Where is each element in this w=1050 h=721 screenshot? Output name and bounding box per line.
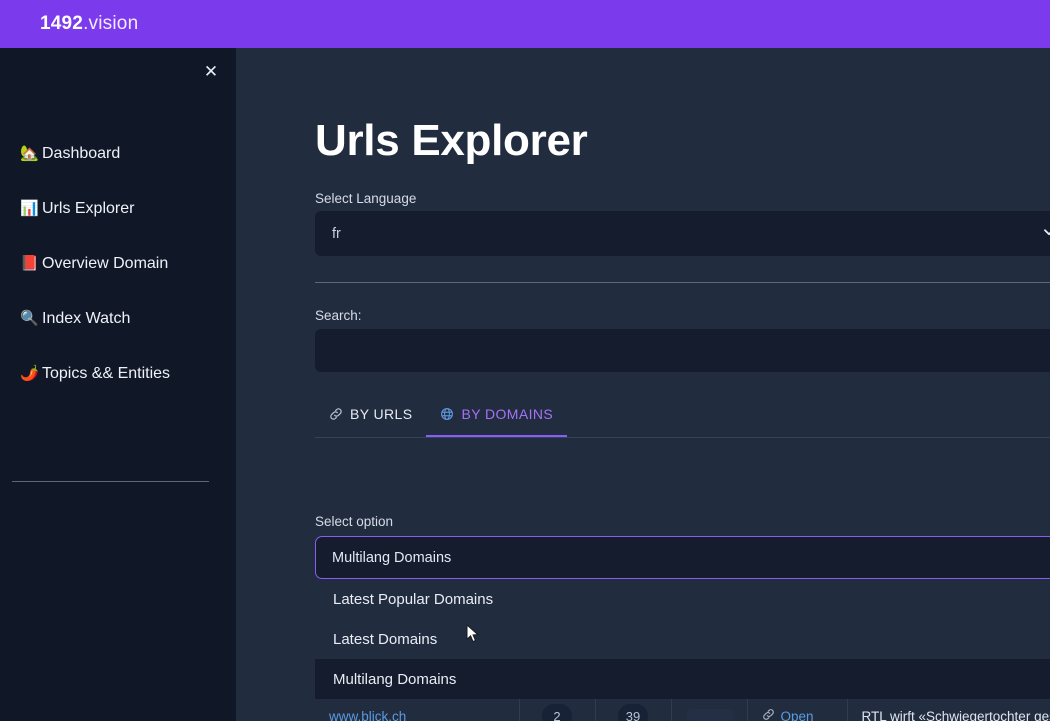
bar-chart-icon: 📊 [20,201,40,216]
sidebar-item-label: Dashboard [42,145,120,163]
brand-logo[interactable]: 1492.vision [40,13,138,35]
sidebar-item-overview-domain[interactable]: 📕 Overview Domain [20,251,236,276]
cell-domain: www.blick.ch [315,699,519,721]
cell-score: 39 [595,699,671,721]
placeholder-pill [686,709,734,721]
dropdown-option-multilang-domains[interactable]: Multilang Domains [315,659,1050,699]
close-icon[interactable]: ✕ [198,58,224,84]
search-input[interactable] [315,329,1050,372]
sidebar-item-urls-explorer[interactable]: 📊 Urls Explorer [20,196,236,221]
table-row[interactable]: www.blick.ch 2 39 [315,699,1050,721]
sidebar-item-dashboard[interactable]: 🏡 Dashboard [20,141,236,166]
magnifier-icon: 🔍 [20,311,40,326]
tab-by-domains[interactable]: BY DOMAINS [426,400,567,438]
open-label: Open [781,709,814,721]
sidebar-nav: 🏡 Dashboard 📊 Urls Explorer 📕 Overview D… [0,141,236,416]
view-tabs: BY URLS BY DOMAINS [315,400,1050,438]
select-option-label: Select option [315,514,393,529]
score-badge: 39 [618,704,648,721]
language-value: fr [332,226,341,242]
house-icon: 🏡 [20,146,40,161]
sidebar: ✕ 🏡 Dashboard 📊 Urls Explorer 📕 Overview… [0,48,236,721]
cell-blank [671,699,747,721]
tabs-bottom-border [315,437,1050,438]
main-content: Urls Explorer Select Language fr Search:… [236,48,1050,721]
language-label: Select Language [315,191,416,206]
page-title: Urls Explorer [315,116,587,166]
cell-open: Open [747,699,847,721]
select-option-value: Multilang Domains [332,550,451,566]
cell-count: 2 [519,699,595,721]
sidebar-item-label: Overview Domain [42,255,168,273]
link-icon [329,407,343,421]
sidebar-item-topics-entities[interactable]: 🌶️ Topics && Entities [20,361,236,386]
open-link[interactable]: Open [762,708,833,721]
link-icon [762,708,775,721]
chevron-down-icon [1042,225,1050,243]
brand-number: 1492 [40,13,83,34]
brand-suffix: .vision [83,13,138,34]
language-select[interactable]: fr [315,211,1050,256]
cell-title: RTL wirft «Schwiegertochter gesucht [847,699,1050,721]
section-divider [315,282,1050,283]
domains-table: www.blick.ch 2 39 [315,698,1050,721]
chili-icon: 🌶️ [20,366,40,381]
select-option-dropdown: Latest Popular Domains Latest Domains Mu… [315,579,1050,699]
domain-link[interactable]: www.blick.ch [329,709,406,721]
sidebar-item-label: Urls Explorer [42,200,134,218]
sidebar-item-label: Index Watch [42,310,130,328]
select-option-combobox[interactable]: Multilang Domains [315,536,1050,579]
dropdown-option-latest-domains[interactable]: Latest Domains [315,619,1050,659]
tab-label: BY URLS [350,406,412,422]
book-icon: 📕 [20,256,40,271]
globe-icon [440,407,454,421]
sidebar-item-label: Topics && Entities [42,365,170,383]
count-badge: 2 [542,704,572,721]
app-header: 1492.vision [0,0,1050,48]
sidebar-divider [12,481,209,482]
search-label: Search: [315,308,362,323]
sidebar-item-index-watch[interactable]: 🔍 Index Watch [20,306,236,331]
dropdown-option-latest-popular-domains[interactable]: Latest Popular Domains [315,579,1050,619]
tab-label: BY DOMAINS [461,406,553,422]
tab-by-urls[interactable]: BY URLS [315,400,426,438]
